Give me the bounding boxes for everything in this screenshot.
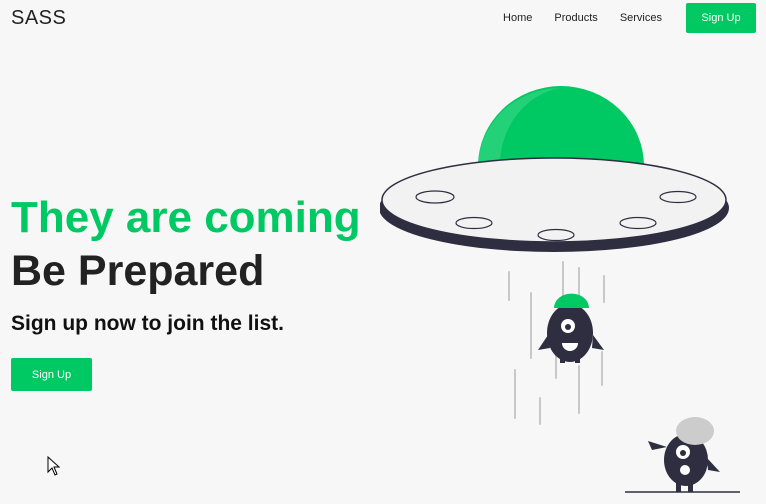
mouse-pointer-icon xyxy=(47,456,61,476)
hero-title: They are coming xyxy=(11,193,361,242)
ufo-dome xyxy=(478,86,644,166)
main-nav: Home Products Services Sign Up xyxy=(503,3,756,33)
ufo-alien-illustration xyxy=(380,86,740,493)
hero-signup-button[interactable]: Sign Up xyxy=(11,358,92,391)
nav-products-link[interactable]: Products xyxy=(554,12,597,24)
site-logo[interactable]: SASS xyxy=(11,7,66,30)
hero-tagline: Sign up now to join the list. xyxy=(11,312,284,335)
nav-services-link[interactable]: Services xyxy=(620,12,662,24)
nav-home-link[interactable]: Home xyxy=(503,12,532,24)
landing-page: SASS Home Products Services Sign Up They… xyxy=(0,0,766,504)
ground-alien xyxy=(625,417,740,493)
hero-subtitle: Be Prepared xyxy=(11,247,265,295)
ufo-saucer xyxy=(380,157,729,252)
header-signup-button[interactable]: Sign Up xyxy=(686,3,756,33)
floating-alien xyxy=(538,293,604,363)
